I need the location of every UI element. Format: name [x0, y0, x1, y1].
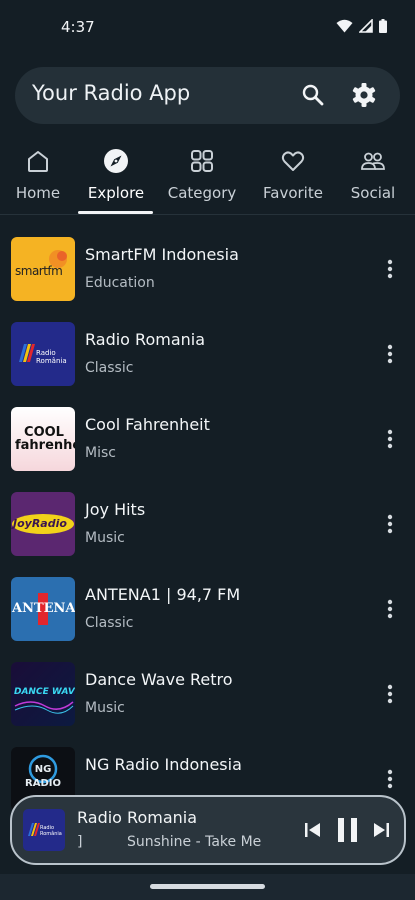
station-name: NG Radio Indonesia: [85, 755, 242, 774]
tab-label: Explore: [87, 184, 145, 202]
tab-label: Social: [350, 184, 396, 202]
list-item[interactable]: COOL fahrenheit Cool Fahrenheit Misc: [0, 398, 415, 483]
logo-text: JoyRadio: [13, 517, 67, 530]
player-artwork: Radio România: [23, 809, 65, 851]
station-logo: JoyRadio: [11, 492, 75, 556]
list-item[interactable]: JoyRadio Joy Hits Music: [0, 483, 415, 568]
more-options-icon[interactable]: [380, 512, 400, 536]
more-options-icon[interactable]: [380, 767, 400, 791]
tab-label: Home: [15, 184, 61, 202]
logo-text: COOL fahrenheit: [15, 425, 75, 453]
search-icon[interactable]: [299, 81, 327, 109]
signal-icon: [359, 19, 373, 33]
now-playing-station: Radio Romania: [77, 808, 198, 827]
logo-text: Radio România: [36, 349, 67, 365]
track-text: ] Sunshine - Take Me: [77, 834, 262, 850]
station-genre: Classic: [85, 360, 134, 376]
home-icon: [28, 151, 48, 172]
compass-icon: [104, 149, 128, 173]
station-logo: COOL fahrenheit: [11, 407, 75, 471]
tab-label: Favorite: [263, 184, 323, 202]
tab-category[interactable]: Category: [164, 140, 240, 216]
heart-icon: [281, 151, 305, 171]
station-name: Cool Fahrenheit: [85, 415, 210, 434]
station-logo: DANCE WAVE!: [11, 662, 75, 726]
station-logo: ANTENA 1: [11, 577, 75, 641]
station-logo: Radio România: [11, 322, 75, 386]
list-item[interactable]: DANCE WAVE! Dance Wave Retro Music: [0, 653, 415, 738]
home-indicator[interactable]: [150, 884, 265, 889]
more-options-icon[interactable]: [380, 597, 400, 621]
more-options-icon[interactable]: [380, 427, 400, 451]
pause-icon[interactable]: [334, 815, 362, 845]
station-genre: Misc: [85, 445, 116, 461]
status-bar: 4:37: [0, 0, 415, 56]
tab-favorite[interactable]: Favorite: [258, 140, 328, 216]
station-name: SmartFM Indonesia: [85, 245, 239, 264]
tab-home[interactable]: Home: [8, 140, 68, 216]
station-name: Dance Wave Retro: [85, 670, 233, 689]
logo-text: smartfm: [15, 264, 63, 278]
station-genre: Music: [85, 700, 125, 716]
station-name: ANTENA1 | 94,7 FM: [85, 585, 241, 604]
grid-icon: [191, 150, 213, 172]
more-options-icon[interactable]: [380, 682, 400, 706]
gesture-nav-bar: [0, 874, 415, 900]
logo-text: ANTENA 1: [12, 601, 75, 616]
wifi-icon: [336, 19, 353, 33]
logo-text: NG RADIO: [25, 764, 61, 789]
more-options-icon[interactable]: [380, 257, 400, 281]
logo-text: DANCE WAVE!: [14, 687, 75, 697]
station-logo: smartfm: [11, 237, 75, 301]
next-icon[interactable]: [370, 819, 392, 841]
list-item[interactable]: smartfm SmartFM Indonesia Education: [0, 228, 415, 313]
station-genre: Education: [85, 275, 155, 291]
station-name: Radio Romania: [85, 330, 206, 349]
list-item[interactable]: ANTENA 1 ANTENA1 | 94,7 FM Classic: [0, 568, 415, 653]
tab-explore[interactable]: Explore: [80, 140, 152, 216]
status-time: 4:37: [61, 18, 95, 36]
now-playing-track: ] Sunshine - Take Me: [77, 834, 299, 854]
list-item[interactable]: Radio România Radio Romania Classic: [0, 313, 415, 398]
battery-icon: [379, 19, 387, 33]
divider: [0, 214, 415, 215]
station-name: Joy Hits: [85, 500, 146, 519]
previous-icon[interactable]: [302, 819, 324, 841]
app-title: Your Radio App: [32, 81, 191, 105]
tab-social[interactable]: Social: [346, 140, 400, 216]
tab-label: Category: [167, 184, 237, 202]
gear-icon[interactable]: [349, 80, 379, 110]
people-icon: [361, 152, 385, 170]
logo-text: Radio România: [40, 825, 62, 837]
category-tabs: Home Explore Category Favorite Social: [0, 140, 415, 216]
more-options-icon[interactable]: [380, 342, 400, 366]
station-genre: Classic: [85, 615, 134, 631]
app-header: Your Radio App: [15, 67, 400, 124]
mini-player[interactable]: Radio România Radio Romania ] Sunshine -…: [10, 795, 406, 865]
status-icons: [336, 19, 387, 33]
station-genre: Music: [85, 530, 125, 546]
